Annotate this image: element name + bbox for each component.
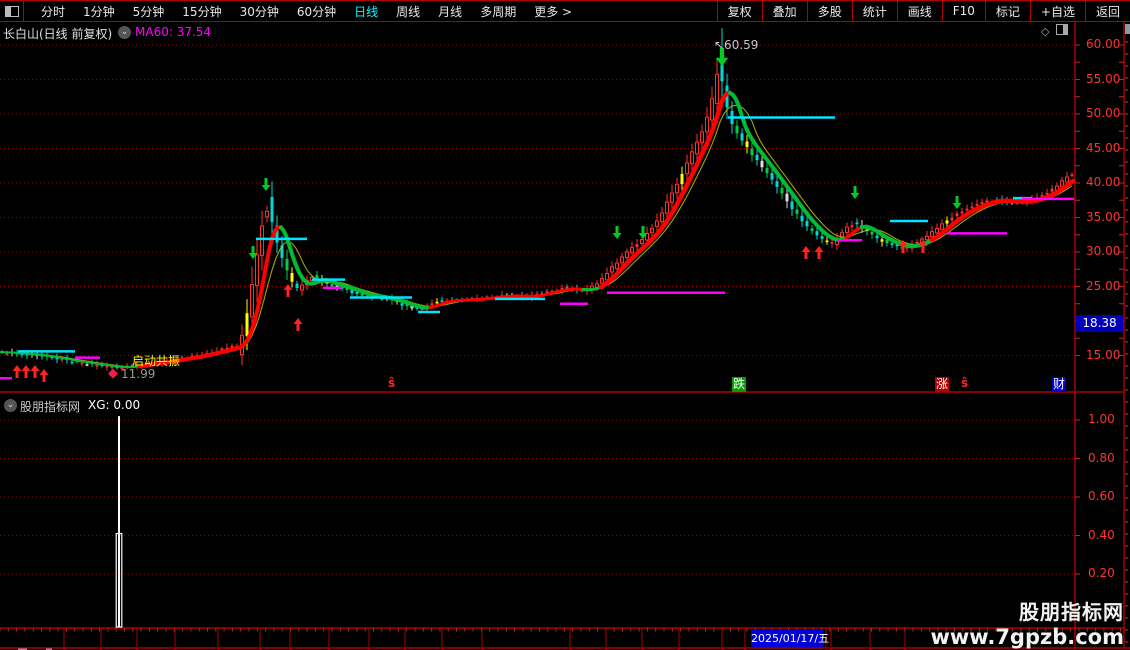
gem-value: 11.99: [121, 367, 156, 381]
price-axis-label: 55.00: [1086, 71, 1121, 86]
price-axis-label: 30.00: [1086, 244, 1121, 258]
chevron-down-icon[interactable]: ⌄: [118, 26, 131, 39]
watermark-site-name: 股朋指标网: [1019, 600, 1124, 624]
action-button-8[interactable]: 返回: [1084, 1, 1130, 21]
diamond-icon[interactable]: ◇: [1041, 25, 1049, 38]
action-button-7[interactable]: +自选: [1029, 1, 1085, 21]
period-tab-0[interactable]: 分时: [32, 3, 74, 20]
price-axis-label: 50.00: [1086, 106, 1121, 120]
price-axis-label: 25.00: [1086, 278, 1121, 293]
period-tab-7[interactable]: 周线: [387, 3, 429, 20]
ma60-value: MA60: 37.54: [135, 25, 212, 39]
action-buttons: 复权 叠加 多股 统计 画线 F10 标记 +自选 返回: [716, 1, 1130, 21]
top-toolbar: 分时 1分钟 5分钟 15分钟 30分钟 60分钟 日线 周线 月线 多周期 更多 > 复权 叠加 多股…: [0, 0, 1130, 22]
indicator-axis-label: 0.40: [1088, 527, 1115, 542]
period-tab-4[interactable]: 30分钟: [231, 3, 288, 20]
panel-icon[interactable]: [1125, 24, 1130, 34]
split-screen-icon: [4, 5, 19, 17]
action-button-2[interactable]: 多股: [806, 1, 852, 21]
chart-annotation: ŝ: [388, 376, 396, 390]
period-tab-6[interactable]: 日线: [345, 3, 387, 20]
gem-icon: ◆: [108, 366, 118, 381]
price-axis-label: 35.00: [1086, 209, 1121, 224]
chart-canvas[interactable]: [0, 0, 1130, 650]
date-highlight-label: 2025/01/17/五: [751, 630, 830, 647]
indicator-axis-label: 0.20: [1088, 566, 1115, 580]
indicator-name: 股朋指标网: [20, 400, 81, 414]
period-tab-10[interactable]: 更多 >: [525, 3, 581, 20]
stock-app-window: { "toolbar": { "left_items": ["分时","1分钟"…: [0, 0, 1130, 650]
split-screen-button[interactable]: [0, 1, 24, 21]
last-price-label: 18.38: [1076, 315, 1123, 332]
period-tab-5[interactable]: 60分钟: [288, 3, 345, 20]
stock-title: 长白山(日线 前复权): [3, 27, 113, 41]
indicator-axis-label: 0.80: [1088, 450, 1115, 465]
period-tab-2[interactable]: 5分钟: [124, 3, 174, 20]
action-button-0[interactable]: 复权: [716, 1, 762, 21]
period-tab-9[interactable]: 多周期: [471, 3, 525, 20]
action-button-1[interactable]: 叠加: [761, 1, 807, 21]
price-axis-label: 45.00: [1086, 140, 1121, 155]
chart-annotation: ŝ: [961, 376, 969, 390]
watermark-url: www.7gpzb.com: [930, 625, 1124, 649]
action-button-6[interactable]: 标记: [984, 1, 1030, 21]
peak-price-label: ↖60.59: [714, 38, 759, 52]
price-axis-label: 40.00: [1086, 175, 1121, 189]
period-tab-8[interactable]: 月线: [429, 3, 471, 20]
indicator-chevron-icon[interactable]: ⌄: [4, 399, 17, 412]
marker-badge: 涨: [935, 377, 949, 392]
indicator-value: XG: 0.00: [88, 398, 141, 412]
action-button-3[interactable]: 统计: [851, 1, 897, 21]
indicator-axis-label: 0.60: [1088, 489, 1115, 503]
action-button-4[interactable]: 画线: [896, 1, 942, 21]
period-tabs: 分时 1分钟 5分钟 15分钟 30分钟 60分钟 日线 周线 月线 多周期 更多 >: [24, 1, 717, 21]
price-axis-label: 60.00: [1086, 37, 1121, 51]
price-axis-label: 15.00: [1086, 347, 1121, 362]
marker-badge: 跌: [732, 377, 746, 392]
marker-badge: 财: [1052, 377, 1066, 392]
watermark: 股朋指标网 www.7gpzb.com: [930, 596, 1124, 649]
indicator-axis-label: 1.00: [1088, 412, 1115, 426]
layout-icon[interactable]: [1056, 24, 1068, 35]
period-tab-1[interactable]: 1分钟: [74, 3, 124, 20]
period-tab-3[interactable]: 15分钟: [173, 3, 230, 20]
action-button-5[interactable]: F10: [941, 1, 985, 21]
